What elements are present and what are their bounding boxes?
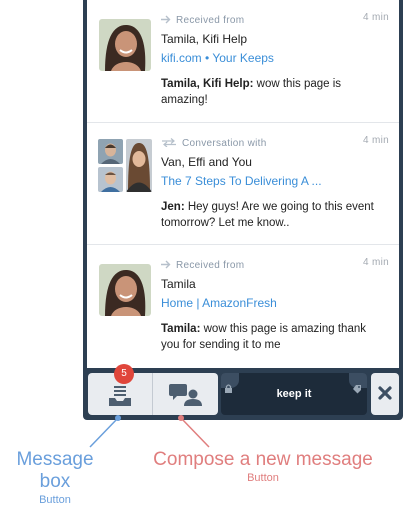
lock-icon[interactable] bbox=[221, 373, 239, 393]
message-preview: Tamila: wow this page is amazing thank y… bbox=[161, 321, 386, 353]
button-group: 5 bbox=[88, 364, 218, 415]
avatar bbox=[98, 167, 123, 192]
unread-badge: 5 bbox=[114, 364, 134, 384]
timestamp: 4 min bbox=[363, 12, 389, 23]
close-icon bbox=[378, 386, 392, 400]
arrow-right-icon bbox=[161, 15, 171, 24]
list-item[interactable]: 4 min Conversation with Van, Effi and Yo… bbox=[87, 122, 399, 244]
callout-title: Compose a new message bbox=[153, 449, 373, 470]
avatar bbox=[99, 19, 151, 71]
message-sender: Jen: bbox=[161, 201, 185, 213]
avatar bbox=[126, 139, 152, 192]
callout-subtitle: Button bbox=[39, 494, 71, 506]
bottom-toolbar: 5 keep it bbox=[83, 364, 403, 420]
timestamp: 4 min bbox=[363, 135, 389, 146]
participants: Tamila bbox=[161, 277, 196, 291]
keep-label: keep it bbox=[276, 388, 312, 400]
message-sender: Tamila, Kifi Help: bbox=[161, 78, 254, 90]
compose-callout: Compose a new message Button bbox=[148, 449, 378, 485]
activity-type: Received from bbox=[161, 15, 244, 26]
list-item[interactable]: 4 min Received from Tamila, Kifi Help ki… bbox=[87, 0, 399, 121]
group-avatar bbox=[98, 139, 152, 193]
compose-people-icon bbox=[169, 384, 202, 406]
activity-type: Received from bbox=[161, 260, 244, 271]
activity-label: Received from bbox=[176, 260, 245, 271]
tag-icon[interactable] bbox=[349, 373, 367, 394]
page-link[interactable]: kifi.com • Your Keeps bbox=[161, 51, 274, 65]
message-text: Hey guys! Are we going to this event tom… bbox=[161, 201, 374, 229]
arrow-right-icon bbox=[161, 260, 171, 269]
message-preview: Jen: Hey guys! Are we going to this even… bbox=[161, 199, 386, 231]
close-button[interactable] bbox=[371, 373, 399, 415]
message-box-button[interactable]: 5 bbox=[88, 364, 153, 415]
participants: Van, Effi and You bbox=[161, 155, 252, 169]
message-sender: Tamila: bbox=[161, 323, 201, 335]
message-box-callout: Message box Button bbox=[0, 449, 110, 507]
participants: Tamila, Kifi Help bbox=[161, 32, 248, 46]
keep-input[interactable]: keep it bbox=[221, 373, 367, 415]
message-feed: 4 min Received from Tamila, Kifi Help ki… bbox=[87, 0, 399, 368]
timestamp: 4 min bbox=[363, 257, 389, 268]
activity-label: Conversation with bbox=[182, 138, 267, 149]
activity-type: Conversation with bbox=[161, 138, 267, 149]
message-preview: Tamila, Kifi Help: wow this page is amaz… bbox=[161, 76, 386, 108]
activity-label: Received from bbox=[176, 15, 245, 26]
avatar bbox=[99, 264, 151, 316]
page-link[interactable]: Home | AmazonFresh bbox=[161, 296, 277, 310]
callout-title: Message box bbox=[16, 449, 94, 492]
avatar bbox=[98, 139, 123, 164]
notification-panel: 4 min Received from Tamila, Kifi Help ki… bbox=[83, 0, 403, 420]
conversation-arrows-icon bbox=[162, 138, 176, 148]
compose-button[interactable] bbox=[153, 373, 218, 415]
page-link[interactable]: The 7 Steps To Delivering A ... bbox=[161, 174, 322, 188]
list-item[interactable]: 4 min Received from Tamila Home | Amazon… bbox=[87, 244, 399, 368]
